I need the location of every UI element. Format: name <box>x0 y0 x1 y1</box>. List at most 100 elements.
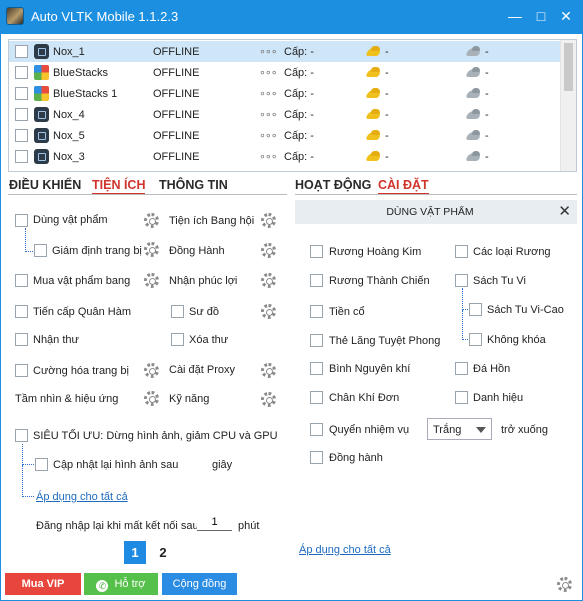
tab-dieu-khien[interactable]: ĐIỀU KHIỂN <box>9 178 81 192</box>
gear-icon[interactable] <box>261 273 276 288</box>
device-row[interactable]: Nox_1 OFFLINE ∘∘∘ Cấp: - - - <box>9 41 561 62</box>
tien-ich-bang-hoi-label: Tiện ích Bang hội <box>169 215 255 227</box>
more-dots-icon[interactable]: ∘∘∘ <box>259 150 278 163</box>
device-checkbox[interactable] <box>15 108 28 121</box>
item-checkbox[interactable] <box>310 362 323 375</box>
support-label: Hỗ trợ <box>114 578 146 590</box>
gear-icon[interactable] <box>261 304 276 319</box>
minimize-button[interactable]: — <box>504 6 526 26</box>
gear-icon[interactable] <box>261 243 276 258</box>
dung-vat-pham-checkbox[interactable] <box>15 214 28 227</box>
item-checkbox[interactable] <box>469 303 482 316</box>
device-status: OFFLINE <box>153 130 200 142</box>
ap-dung-tat-ca-link[interactable]: Áp dụng cho tất cả <box>36 491 128 503</box>
quality-select[interactable]: Trắng <box>427 418 492 440</box>
device-row[interactable]: BlueStacks 1 OFFLINE ∘∘∘ Cấp: - - - <box>9 83 561 104</box>
scrollbar-thumb[interactable] <box>564 43 573 91</box>
device-row[interactable]: Nox_5 OFFLINE ∘∘∘ Cấp: - - - <box>9 125 561 146</box>
cap-nhat-hinh-checkbox[interactable] <box>35 458 48 471</box>
tien-cap-checkbox[interactable] <box>15 305 28 318</box>
more-dots-icon[interactable]: ∘∘∘ <box>259 108 278 121</box>
device-row[interactable]: BlueStacks OFFLINE ∘∘∘ Cấp: - - - <box>9 62 561 83</box>
device-level: Cấp: - <box>284 151 314 163</box>
more-dots-icon[interactable]: ∘∘∘ <box>259 45 278 58</box>
reconnect-minutes-input[interactable] <box>197 513 232 531</box>
item-checkbox[interactable] <box>469 333 482 346</box>
device-list[interactable]: Nox_1 OFFLINE ∘∘∘ Cấp: - - - BlueStacks … <box>8 39 577 172</box>
left-tab-divider <box>8 194 287 195</box>
device-checkbox[interactable] <box>15 66 28 79</box>
support-button[interactable]: ✆ Hỗ trợ <box>84 573 158 595</box>
buy-vip-button[interactable]: Mua VIP <box>5 573 81 595</box>
giam-dinh-label: Giám định trang bị <box>52 245 142 257</box>
device-gold: - <box>385 130 389 142</box>
page-2-button[interactable]: 2 <box>152 541 174 564</box>
gear-icon[interactable] <box>144 273 159 288</box>
gear-icon[interactable] <box>261 213 276 228</box>
device-checkbox[interactable] <box>15 87 28 100</box>
item-checkbox[interactable] <box>455 245 468 258</box>
cai-dat-proxy-label: Cài đặt Proxy <box>169 364 236 376</box>
item-ap-dung-tat-ca-link[interactable]: Áp dụng cho tất cả <box>299 544 391 556</box>
cuong-hoa-checkbox[interactable] <box>15 364 28 377</box>
device-status: OFFLINE <box>153 151 200 163</box>
item-checkbox[interactable] <box>310 245 323 258</box>
device-row[interactable]: Nox_4 OFFLINE ∘∘∘ Cấp: - - - <box>9 104 561 125</box>
tien-cap-label: Tiến cấp Quân Hàm <box>33 306 132 318</box>
more-dots-icon[interactable]: ∘∘∘ <box>259 66 278 79</box>
item-checkbox[interactable] <box>310 274 323 287</box>
gold-ingot-icon <box>366 151 382 162</box>
tab-tien-ich[interactable]: TIỆN ÍCH <box>92 178 146 195</box>
maximize-button[interactable]: □ <box>530 6 552 26</box>
mua-vat-pham-bang-checkbox[interactable] <box>15 274 28 287</box>
sieu-toi-uu-label: SIÊU TỐI ƯU: Dừng hình ảnh, giảm CPU và … <box>33 430 278 442</box>
device-row[interactable]: Nox_3 OFFLINE ∘∘∘ Cấp: - - - <box>9 146 561 167</box>
tab-hoat-dong[interactable]: HOẠT ĐỘNG <box>295 178 371 192</box>
tab-cai-dat[interactable]: CÀI ĐẶT <box>378 178 429 195</box>
sieu-toi-uu-checkbox[interactable] <box>15 429 28 442</box>
dong-hanh-item-checkbox[interactable] <box>310 451 323 464</box>
item-checkbox[interactable] <box>310 334 323 347</box>
app-logo-icon <box>6 7 24 25</box>
close-icon[interactable]: ✕ <box>558 202 571 220</box>
quyen-nhiem-vu-checkbox[interactable] <box>310 423 323 436</box>
device-name: BlueStacks <box>53 67 109 79</box>
silver-ingot-icon <box>466 151 482 162</box>
more-dots-icon[interactable]: ∘∘∘ <box>259 129 278 142</box>
device-status: OFFLINE <box>153 109 200 121</box>
item-checkbox[interactable] <box>310 305 323 318</box>
item-checkbox[interactable] <box>310 391 323 404</box>
item-label: Tiền cổ <box>329 306 365 318</box>
settings-gear-icon[interactable] <box>557 577 572 592</box>
device-checkbox[interactable] <box>15 45 28 58</box>
device-level: Cấp: - <box>284 67 314 79</box>
item-checkbox[interactable] <box>455 391 468 404</box>
gear-icon[interactable] <box>144 391 159 406</box>
device-list-scrollbar[interactable] <box>560 40 576 171</box>
gear-icon[interactable] <box>261 392 276 407</box>
community-button[interactable]: Cộng đồng <box>162 573 237 595</box>
giay-label: giây <box>212 459 233 471</box>
nhan-thu-checkbox[interactable] <box>15 333 28 346</box>
su-do-checkbox[interactable] <box>171 305 184 318</box>
xoa-thu-checkbox[interactable] <box>171 333 184 346</box>
page-1-button[interactable]: 1 <box>124 541 146 564</box>
device-checkbox[interactable] <box>15 150 28 163</box>
tree-connector <box>22 444 34 465</box>
tree-connector <box>25 228 33 252</box>
more-dots-icon[interactable]: ∘∘∘ <box>259 87 278 100</box>
gear-icon[interactable] <box>144 242 159 257</box>
nox-icon <box>34 107 49 122</box>
giam-dinh-checkbox[interactable] <box>34 244 47 257</box>
device-checkbox[interactable] <box>15 129 28 142</box>
gear-icon[interactable] <box>261 363 276 378</box>
close-window-button[interactable]: ✕ <box>555 6 577 26</box>
gear-icon[interactable] <box>144 213 159 228</box>
gold-ingot-icon <box>366 67 382 78</box>
gold-ingot-icon <box>366 109 382 120</box>
device-status: OFFLINE <box>153 67 200 79</box>
tab-thong-tin[interactable]: THÔNG TIN <box>159 178 228 192</box>
gear-icon[interactable] <box>144 363 159 378</box>
item-checkbox[interactable] <box>455 274 468 287</box>
item-checkbox[interactable] <box>455 362 468 375</box>
